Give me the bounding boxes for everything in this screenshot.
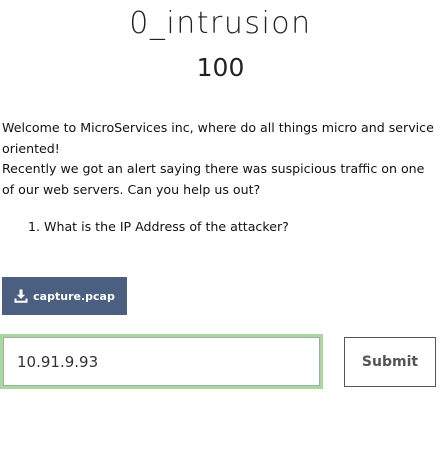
download-label: capture.pcap (33, 289, 115, 303)
question-list: 1. What is the IP Address of the attacke… (2, 217, 439, 238)
description-alert: Recently we got an alert saying there wa… (2, 161, 425, 197)
challenge-points: 100 (196, 53, 245, 82)
submit-button[interactable]: Submit (344, 337, 436, 387)
challenge-description: Welcome to MicroServices inc, where do a… (2, 118, 439, 238)
flag-input[interactable] (3, 337, 320, 386)
description-welcome: Welcome to MicroServices inc, where do a… (2, 120, 434, 156)
question-item: 1. What is the IP Address of the attacke… (28, 219, 289, 234)
capture-download-button[interactable]: capture.pcap (2, 277, 127, 315)
flag-input-container (0, 334, 323, 389)
challenge-title: 0_intrusion (129, 6, 312, 41)
download-icon (14, 289, 28, 303)
